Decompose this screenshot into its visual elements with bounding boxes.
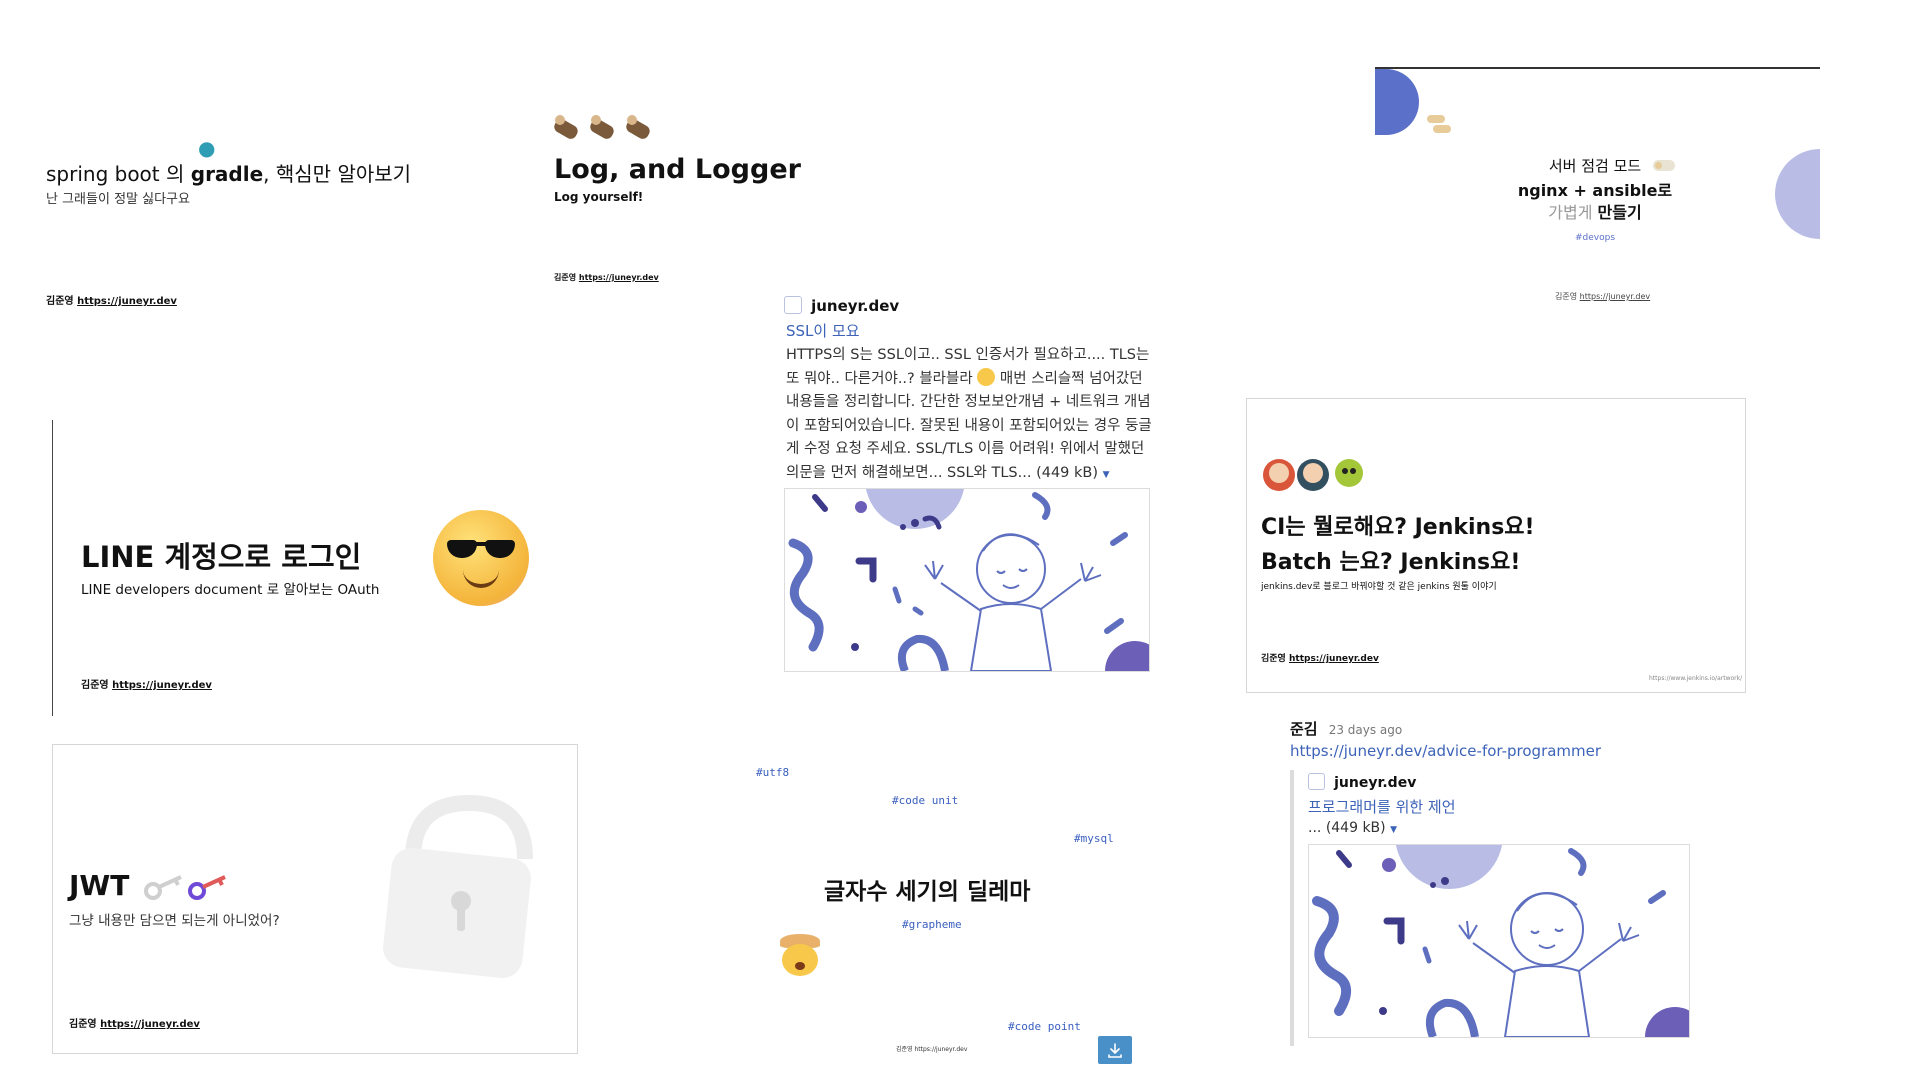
slide-jwt[interactable]: JWT 그냥 내용만 담으면 되는게 아니었어? 김준영 https://jun… bbox=[52, 744, 578, 1054]
site-name: juneyr.dev bbox=[811, 297, 900, 315]
preview-image[interactable] bbox=[784, 488, 1150, 672]
preview-image[interactable] bbox=[1308, 844, 1690, 1038]
elephant-icon: ● bbox=[198, 136, 216, 160]
slide-subtitle: LINE developers document 로 알아보는 OAuth bbox=[81, 582, 380, 598]
slide-tag: #devops bbox=[1574, 233, 1616, 243]
chat-message: 준김 23 days ago https://juneyr.dev/advice… bbox=[1290, 718, 1720, 1048]
tag-utf8: #utf8 bbox=[756, 766, 790, 779]
site-favicon-icon bbox=[784, 296, 802, 314]
jenkins-mascots-icon bbox=[1261, 453, 1381, 501]
image-credit: https://www.jenkins.io/artwork/ bbox=[1649, 675, 1743, 682]
exploding-head-icon bbox=[778, 934, 822, 976]
download-icon bbox=[1108, 1043, 1122, 1058]
slide-server[interactable]: 서버 점검 모드 nginx + ansible로 가볍게 만들기 #devop… bbox=[1375, 67, 1820, 307]
tag-grapheme: #grapheme bbox=[902, 918, 962, 931]
slide-line1: CI는 뭘로해요? Jenkins요! bbox=[1261, 515, 1535, 540]
site-name: juneyr.dev bbox=[1334, 775, 1417, 791]
tag-code-point: #code point bbox=[1008, 1020, 1081, 1033]
blue-halfcircle-shape bbox=[1375, 69, 1419, 135]
sunglasses-face-icon bbox=[433, 510, 529, 606]
slide-author: 김준영 https://juneyr.dev bbox=[554, 273, 659, 282]
caret-down-icon[interactable]: ▼ bbox=[1390, 825, 1397, 835]
message-time: 23 days ago bbox=[1328, 723, 1403, 737]
slide-subtitle: 그냥 내용만 담으면 되는게 아니었어? bbox=[69, 913, 280, 929]
slide-gradle[interactable]: ● spring boot 의 gradle, 핵심만 알아보기 난 그래들이 … bbox=[30, 100, 470, 310]
slide-author: 김준영 https://juneyr.dev bbox=[69, 1019, 200, 1030]
keys-icon bbox=[141, 871, 241, 905]
slide-subtitle: 난 그래들이 정말 싫다구요 bbox=[46, 192, 190, 207]
pill-shape bbox=[1433, 125, 1451, 133]
slide-title: LINE 계정으로 로그인 bbox=[81, 540, 362, 574]
pill-shape bbox=[1427, 115, 1445, 123]
preview-body: HTTPS의 S는 SSL이고.. SSL 인증서가 필요하고.... TLS는… bbox=[786, 347, 1152, 481]
toggle-icon bbox=[1653, 160, 1675, 171]
slide-title: Log, and Logger bbox=[554, 154, 801, 185]
slide-line2: nginx + ansible로 bbox=[1517, 181, 1673, 200]
slide-title: spring boot 의 gradle, 핵심만 알아보기 bbox=[46, 162, 412, 186]
download-button[interactable] bbox=[1098, 1036, 1132, 1064]
preview-title-link[interactable]: SSL이 모요 bbox=[786, 320, 860, 341]
site-favicon-icon bbox=[1308, 773, 1325, 790]
message-user[interactable]: 준김 bbox=[1290, 720, 1318, 738]
logs-icon bbox=[552, 114, 662, 150]
slide-subtitle: jenkins.dev로 블로그 바꿔야할 것 같은 jenkins 원툴 이야… bbox=[1261, 582, 1497, 592]
slide-line2: Batch 는요? Jenkins요! bbox=[1261, 550, 1521, 575]
tag-code-unit: #code unit bbox=[892, 794, 959, 807]
slide-title: 글자수 세기의 딜레마 bbox=[824, 879, 1031, 905]
slide-author: 김준영 https://juneyr.dev bbox=[896, 1046, 968, 1053]
slide-logger[interactable]: Log, and Logger Log yourself! 김준영 https:… bbox=[540, 100, 801, 300]
slide-line1: 서버 점검 모드 bbox=[1548, 157, 1642, 175]
slide-author: 김준영 https://juneyr.dev bbox=[46, 296, 177, 307]
preview-body: ... (449 kB) ▼ bbox=[1308, 820, 1397, 836]
preview-title-link[interactable]: 프로그래머를 위한 제언 bbox=[1308, 796, 1456, 817]
message-header: 준김 23 days ago bbox=[1290, 718, 1402, 739]
caret-down-icon[interactable]: ▼ bbox=[1103, 470, 1110, 480]
site-header: juneyr.dev bbox=[784, 296, 899, 315]
message-link[interactable]: https://juneyr.dev/advice-for-programmer bbox=[1290, 742, 1601, 760]
tag-mysql: #mysql bbox=[1074, 832, 1114, 845]
slide-jenkins[interactable]: CI는 뭘로해요? Jenkins요! Batch 는요? Jenkins요! … bbox=[1246, 398, 1746, 693]
slide-title: JWT bbox=[69, 869, 130, 902]
site-header: juneyr.dev bbox=[1308, 772, 1416, 791]
slide-author: 김준영 https://juneyr.dev bbox=[1555, 292, 1651, 301]
link-preview[interactable]: juneyr.dev 프로그래머를 위한 제언 ... (449 kB) ▼ bbox=[1290, 770, 1714, 1046]
slide-author: 김준영 https://juneyr.dev bbox=[1261, 654, 1379, 664]
slide-author: 김준영 https://juneyr.dev bbox=[81, 680, 212, 691]
slide-line3: 가볍게 만들기 bbox=[1548, 203, 1642, 222]
ssl-link-preview[interactable]: juneyr.dev SSL이 모요 HTTPS의 S는 SSL이고.. SSL… bbox=[784, 296, 1164, 676]
slide-subtitle: Log yourself! bbox=[554, 190, 644, 204]
slide-unicode[interactable]: #utf8 #code unit #mysql 글자수 세기의 딜레마 #gra… bbox=[740, 752, 1140, 1072]
pensive-face-icon bbox=[977, 367, 996, 386]
slide-line[interactable]: LINE 계정으로 로그인 LINE developers document 로… bbox=[52, 420, 552, 716]
padlock-icon bbox=[383, 789, 543, 983]
